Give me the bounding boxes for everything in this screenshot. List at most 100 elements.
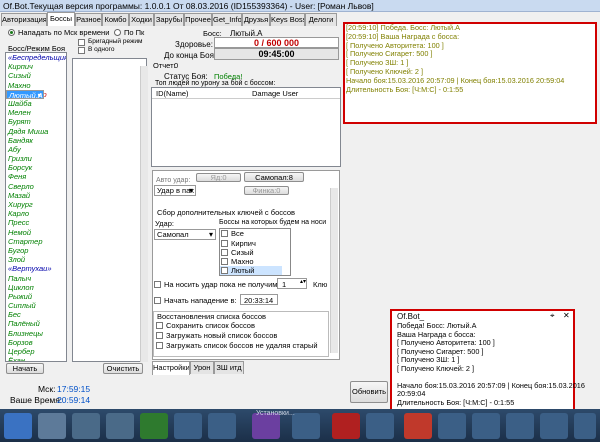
damage-table[interactable]: ID(Name) Damage User bbox=[151, 87, 341, 167]
tab-other[interactable]: Прочее bbox=[184, 13, 212, 26]
boss-list-item[interactable]: Циклоп bbox=[6, 283, 66, 292]
app-icon[interactable] bbox=[38, 413, 66, 439]
boss-list-item[interactable]: Мелен bbox=[6, 108, 66, 117]
boss-list-item[interactable]: Близнецы bbox=[6, 329, 66, 338]
load-keep-checkbox[interactable] bbox=[156, 342, 163, 349]
boss-list-item[interactable]: Рыжий bbox=[6, 292, 66, 301]
boss-list-item[interactable]: Борсук bbox=[6, 163, 66, 172]
event-log[interactable]: [20:59:10] Победа. Босс: Лютый.А [20:59:… bbox=[343, 22, 597, 124]
boss-list-item[interactable]: «Беспредельщик» bbox=[6, 53, 66, 62]
boss-list-item[interactable]: Пресс bbox=[6, 218, 66, 227]
boss-list-item[interactable]: Палёный bbox=[6, 319, 66, 328]
tab-delogi[interactable]: Делоги bbox=[305, 13, 337, 26]
boss-list-item[interactable]: Палыч bbox=[6, 274, 66, 283]
clear-button[interactable]: Очистить bbox=[103, 363, 143, 374]
attack-msk-radio[interactable] bbox=[8, 29, 15, 36]
boss-list-item[interactable]: Дядя Миша bbox=[6, 127, 66, 136]
chrome-icon[interactable] bbox=[404, 413, 432, 439]
tab-fights[interactable]: Зарубы bbox=[154, 13, 184, 26]
subtab-zsh[interactable]: ЗШ итд bbox=[214, 361, 244, 374]
app-icon[interactable] bbox=[366, 413, 394, 439]
sublist-sizy-checkbox[interactable] bbox=[221, 249, 228, 256]
boss-list-item[interactable]: Феня bbox=[6, 172, 66, 181]
poison-button[interactable]: Яд:0 bbox=[196, 173, 241, 182]
settings-scrollbar[interactable] bbox=[330, 188, 338, 353]
tab-keys-boss[interactable]: Keys Boss bbox=[270, 13, 305, 26]
tab-get-info[interactable]: Get_Info bbox=[212, 13, 242, 26]
boss-list-item[interactable]: «Вертухаи» bbox=[6, 264, 66, 273]
save-bosses-checkbox[interactable] bbox=[156, 322, 163, 329]
tab-authorization[interactable]: Авторизация bbox=[1, 13, 47, 26]
boss-list[interactable]: «Беспредельщик»КирпичСизыйМахноЛютый.АГа… bbox=[5, 52, 67, 362]
notification-popup[interactable]: Of.Bot_ ⌖ ✕ Победа! Босс: Лютый.А Ваша Н… bbox=[390, 309, 585, 419]
close-icon[interactable]: ✕ bbox=[563, 311, 570, 320]
wear-checkbox[interactable] bbox=[154, 281, 161, 288]
app-icon[interactable] bbox=[72, 413, 100, 439]
boss-list-item[interactable]: Бурят bbox=[6, 117, 66, 126]
weapon-select[interactable]: Самопал bbox=[154, 229, 216, 240]
start-attack-time-input[interactable]: 20:33:14 bbox=[240, 294, 278, 305]
sublist-luty-checkbox[interactable] bbox=[221, 267, 228, 274]
tab-bosses[interactable]: Боссы bbox=[47, 12, 75, 26]
boss-list-item[interactable]: Цербер bbox=[6, 347, 66, 356]
boss-list-item[interactable]: Кирпич bbox=[6, 62, 66, 71]
opera-icon[interactable] bbox=[332, 413, 360, 439]
brigade-checkbox[interactable] bbox=[78, 39, 85, 46]
app-icon[interactable] bbox=[438, 413, 466, 439]
mode-list-scrollbar[interactable] bbox=[140, 66, 148, 362]
tab-friends[interactable]: Друзья bbox=[242, 13, 270, 26]
samopal-button[interactable]: Самопал:8 bbox=[244, 172, 304, 182]
wear-stepper[interactable]: 1 ▴▾ bbox=[277, 278, 307, 289]
tab-raids[interactable]: Ходки bbox=[129, 13, 154, 26]
boss-list-item[interactable]: Мазай bbox=[6, 191, 66, 200]
boss-list-item[interactable]: Шайба bbox=[6, 99, 66, 108]
boss-list-item[interactable]: Ёхан bbox=[6, 356, 66, 361]
refresh-button[interactable]: Обновить bbox=[350, 381, 388, 403]
finka-button[interactable]: Финка:0 bbox=[244, 186, 289, 195]
tab-misc[interactable]: Разное bbox=[75, 13, 102, 26]
sublist-kirpich-checkbox[interactable] bbox=[221, 240, 228, 247]
pin-icon[interactable]: ⌖ bbox=[550, 311, 555, 321]
solo-checkbox[interactable] bbox=[78, 47, 85, 54]
app-icon[interactable] bbox=[292, 413, 320, 439]
boss-list-item[interactable]: Лютый.А bbox=[6, 89, 44, 100]
app-icon[interactable] bbox=[540, 413, 568, 439]
boss-list-item[interactable]: Сверло bbox=[6, 182, 66, 191]
hit-select[interactable]: Удар в пах bbox=[154, 185, 196, 196]
app-icon[interactable] bbox=[106, 413, 134, 439]
start-attack-label: Начать нападение в: bbox=[164, 296, 237, 305]
mode-list[interactable] bbox=[72, 58, 147, 362]
app-icon[interactable] bbox=[174, 413, 202, 439]
boss-list-item[interactable]: Карло bbox=[6, 209, 66, 218]
boss-list-item[interactable]: Махно bbox=[6, 81, 66, 90]
app-icon[interactable] bbox=[472, 413, 500, 439]
pk-radio[interactable] bbox=[114, 29, 121, 36]
app-icon[interactable] bbox=[208, 413, 236, 439]
start-button[interactable]: Начать bbox=[6, 363, 44, 374]
boss-list-item[interactable]: Абу bbox=[6, 145, 66, 154]
your-time: 20:59:14 bbox=[57, 395, 91, 405]
start-orb-icon[interactable] bbox=[4, 413, 32, 439]
sublist-makhno-checkbox[interactable] bbox=[221, 258, 228, 265]
dreamweaver-icon[interactable] bbox=[140, 413, 168, 439]
subtab-damage[interactable]: Урон bbox=[190, 361, 214, 374]
boss-list-item[interactable]: Борзов bbox=[6, 338, 66, 347]
boss-list-item[interactable]: Гризли bbox=[6, 154, 66, 163]
stepper-arrows-icon[interactable]: ▴▾ bbox=[300, 278, 306, 285]
boss-list-item[interactable]: Злой bbox=[6, 255, 66, 264]
tab-combo[interactable]: Комбо bbox=[102, 13, 129, 26]
subtab-settings[interactable]: Настройки bbox=[152, 361, 190, 375]
sublist-all-checkbox[interactable] bbox=[221, 230, 228, 237]
boss-list-item[interactable]: Хирург bbox=[6, 200, 66, 209]
boss-list-item[interactable]: Сизый bbox=[6, 71, 66, 80]
start-attack-checkbox[interactable] bbox=[154, 297, 161, 304]
load-new-checkbox[interactable] bbox=[156, 332, 163, 339]
boss-list-item[interactable]: Бугор bbox=[6, 246, 66, 255]
boss-list-item[interactable]: Бес bbox=[6, 310, 66, 319]
boss-list-item[interactable]: Стартер bbox=[6, 237, 66, 246]
app-icon[interactable] bbox=[574, 413, 596, 439]
boss-list-item[interactable]: Бандяк bbox=[6, 136, 66, 145]
boss-list-item[interactable]: Сиплый bbox=[6, 301, 66, 310]
app-icon[interactable] bbox=[506, 413, 534, 439]
boss-list-item[interactable]: Немой bbox=[6, 228, 66, 237]
